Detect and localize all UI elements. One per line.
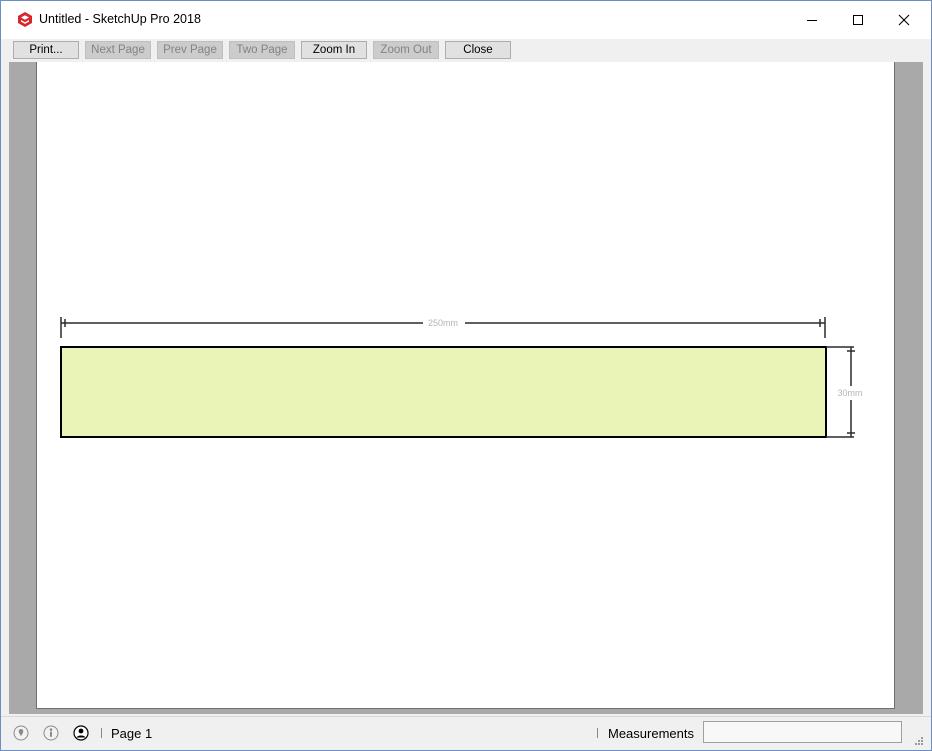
preview-toolbar: Print... Next Page Prev Page Two Page Zo… <box>1 39 931 62</box>
measurements-input[interactable] <box>703 721 902 743</box>
paper-page: 250mm 30mm <box>36 62 895 709</box>
maximize-icon <box>853 15 863 25</box>
user-account-icon[interactable] <box>73 725 89 741</box>
measurements-label: Measurements <box>608 726 694 741</box>
geo-location-icon[interactable] <box>13 725 29 741</box>
close-window-button[interactable] <box>881 1 927 39</box>
model-drawing: 250mm 30mm <box>60 314 867 438</box>
maximize-button[interactable] <box>835 1 881 39</box>
next-page-button[interactable]: Next Page <box>85 41 151 59</box>
page-indicator: Page 1 <box>111 726 153 741</box>
print-preview-window: Untitled - SketchUp Pro 2018 Print... Ne… <box>0 0 932 751</box>
preview-area[interactable]: 250mm 30mm <box>9 62 923 714</box>
height-dimension-label: 30mm <box>837 388 862 398</box>
status-separator <box>101 728 102 738</box>
title-bar[interactable]: Untitled - SketchUp Pro 2018 <box>1 1 931 39</box>
credits-icon[interactable] <box>43 725 59 741</box>
two-page-button[interactable]: Two Page <box>229 41 295 59</box>
print-button[interactable]: Print... <box>13 41 79 59</box>
minimize-button[interactable] <box>789 1 835 39</box>
resize-grip-icon[interactable] <box>914 736 924 746</box>
minimize-icon <box>807 20 817 21</box>
board-face <box>60 346 827 438</box>
window-title: Untitled - SketchUp Pro 2018 <box>39 12 201 26</box>
width-dimension-label: 250mm <box>428 318 458 328</box>
zoom-in-button[interactable]: Zoom In <box>301 41 367 59</box>
sketchup-logo-icon <box>18 12 32 27</box>
status-bar: Page 1 Measurements <box>1 716 931 750</box>
close-preview-button[interactable]: Close <box>445 41 511 59</box>
prev-page-button[interactable]: Prev Page <box>157 41 223 59</box>
status-separator <box>597 728 598 738</box>
zoom-out-button[interactable]: Zoom Out <box>373 41 439 59</box>
close-icon <box>898 14 910 26</box>
